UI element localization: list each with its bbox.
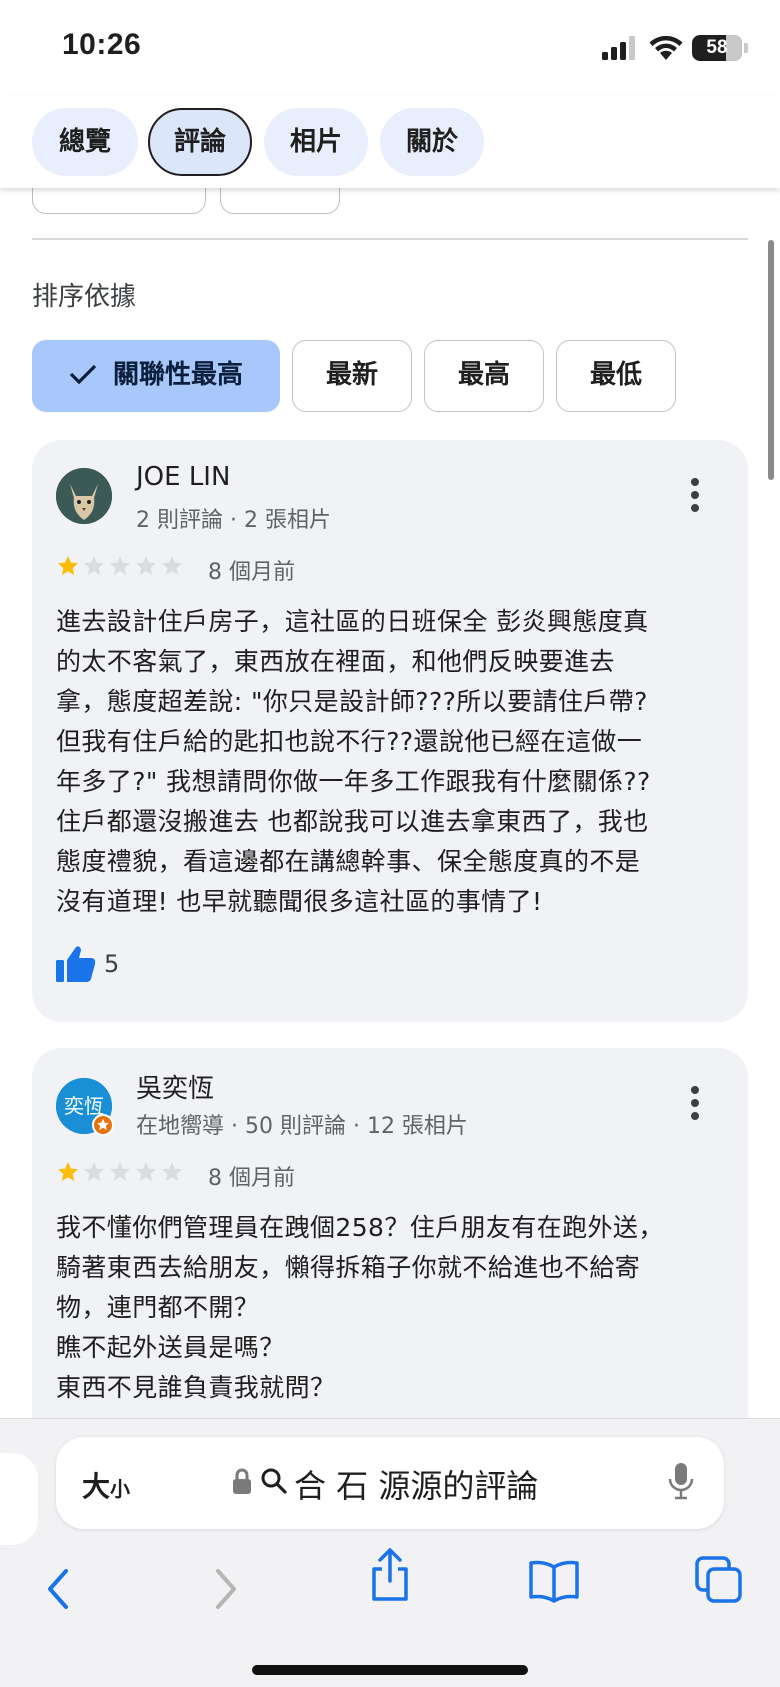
review-card: 奕恆 吳奕恆 在地嚮導 · 50 則評論 · 12 張相片 8 個月前 我不懂你… [32,1048,748,1468]
text-size-small: 小 [110,1477,131,1501]
star-empty-icon [110,1162,130,1181]
battery-icon: 58 [692,35,742,61]
star-rating [56,1160,186,1186]
text-size-button[interactable]: 大小 [82,1465,130,1505]
star-filled-icon [58,556,78,575]
battery-level: 58 [706,37,728,58]
like-count: 5 [104,950,120,978]
status-time: 10:26 [62,28,142,61]
forward-icon[interactable] [212,1567,240,1611]
review-time: 8 個月前 [208,1166,295,1191]
sort-chip-newest[interactable]: 最新 [292,340,412,412]
reviewer-meta: 2 則評論 · 2 張相片 [136,508,331,533]
star-empty-icon [84,1162,104,1181]
star-filled-icon [58,1162,78,1181]
sort-chip-label: 關聯性最高 [112,360,243,390]
star-empty-icon [162,556,182,575]
sort-label: 排序依據 [32,282,137,312]
microphone-icon[interactable] [668,1461,694,1501]
cat-avatar-icon [56,468,112,524]
star-empty-icon [84,556,104,575]
divider [32,238,748,240]
place-tabs: 總覽 評論 相片 關於 [0,96,780,188]
more-options-icon[interactable] [690,1086,700,1122]
address-text[interactable]: 合 石 源源的評論 [294,1461,538,1507]
page-scrollbar[interactable] [768,240,774,480]
reviewer-name[interactable]: 吳奕恆 [136,1068,214,1105]
sort-chip-highest[interactable]: 最高 [424,340,544,412]
sort-chip-relevance[interactable]: 關聯性最高 [32,340,280,412]
more-options-icon[interactable] [690,478,700,514]
star-empty-icon [162,1162,182,1181]
wifi-icon [649,35,683,60]
tab-overview[interactable]: 總覽 [32,108,138,176]
review-time: 8 個月前 [208,560,295,585]
star-empty-icon [110,556,130,575]
search-icon [261,1468,287,1494]
tab-about[interactable]: 關於 [380,108,484,176]
reviewer-name[interactable]: JOE LIN [136,462,230,492]
previous-tab-pill[interactable] [0,1453,38,1545]
cellular-signal-icon [602,36,635,60]
address-bar[interactable]: 大小 合 石 源源的評論 [56,1437,724,1529]
review-text: 進去設計住戶房子，這社區的日班保全 彭炎興態度真 的太不客氣了，東西放在裡面，和… [56,607,651,916]
tabs-icon[interactable] [694,1555,744,1605]
tab-reviews[interactable]: 評論 [148,108,252,176]
star-empty-icon [136,556,156,575]
star-empty-icon [136,1162,156,1181]
lock-icon [233,1468,251,1494]
review-text: 我不懂你們管理員在跩個258？住戶朋友有在跑外送， 騎著東西去給朋友，懶得拆箱子… [56,1213,664,1402]
home-indicator [252,1665,528,1675]
tab-photos[interactable]: 相片 [264,108,368,176]
review-card: JOE LIN 2 則評論 · 2 張相片 8 個月前 進去設計住戶房子，這社區… [32,440,748,1022]
checkmark-icon [69,364,97,384]
text-size-large: 大 [82,1470,111,1503]
bookmarks-icon[interactable] [528,1559,580,1603]
browser-toolbar: 大小 合 石 源源的評論 [0,1418,780,1687]
star-rating [56,554,186,580]
avatar[interactable]: 奕恆 [56,1078,114,1136]
thumbs-up-icon[interactable] [54,944,98,984]
reviewer-meta: 在地嚮導 · 50 則評論 · 12 張相片 [136,1114,468,1139]
share-icon[interactable] [368,1547,412,1603]
back-icon[interactable] [44,1567,72,1611]
avatar[interactable] [56,468,112,524]
sort-chip-lowest[interactable]: 最低 [556,340,676,412]
battery-cap [744,43,748,53]
local-guide-badge-icon [92,1114,114,1136]
status-bar: 10:26 58 [0,0,780,96]
